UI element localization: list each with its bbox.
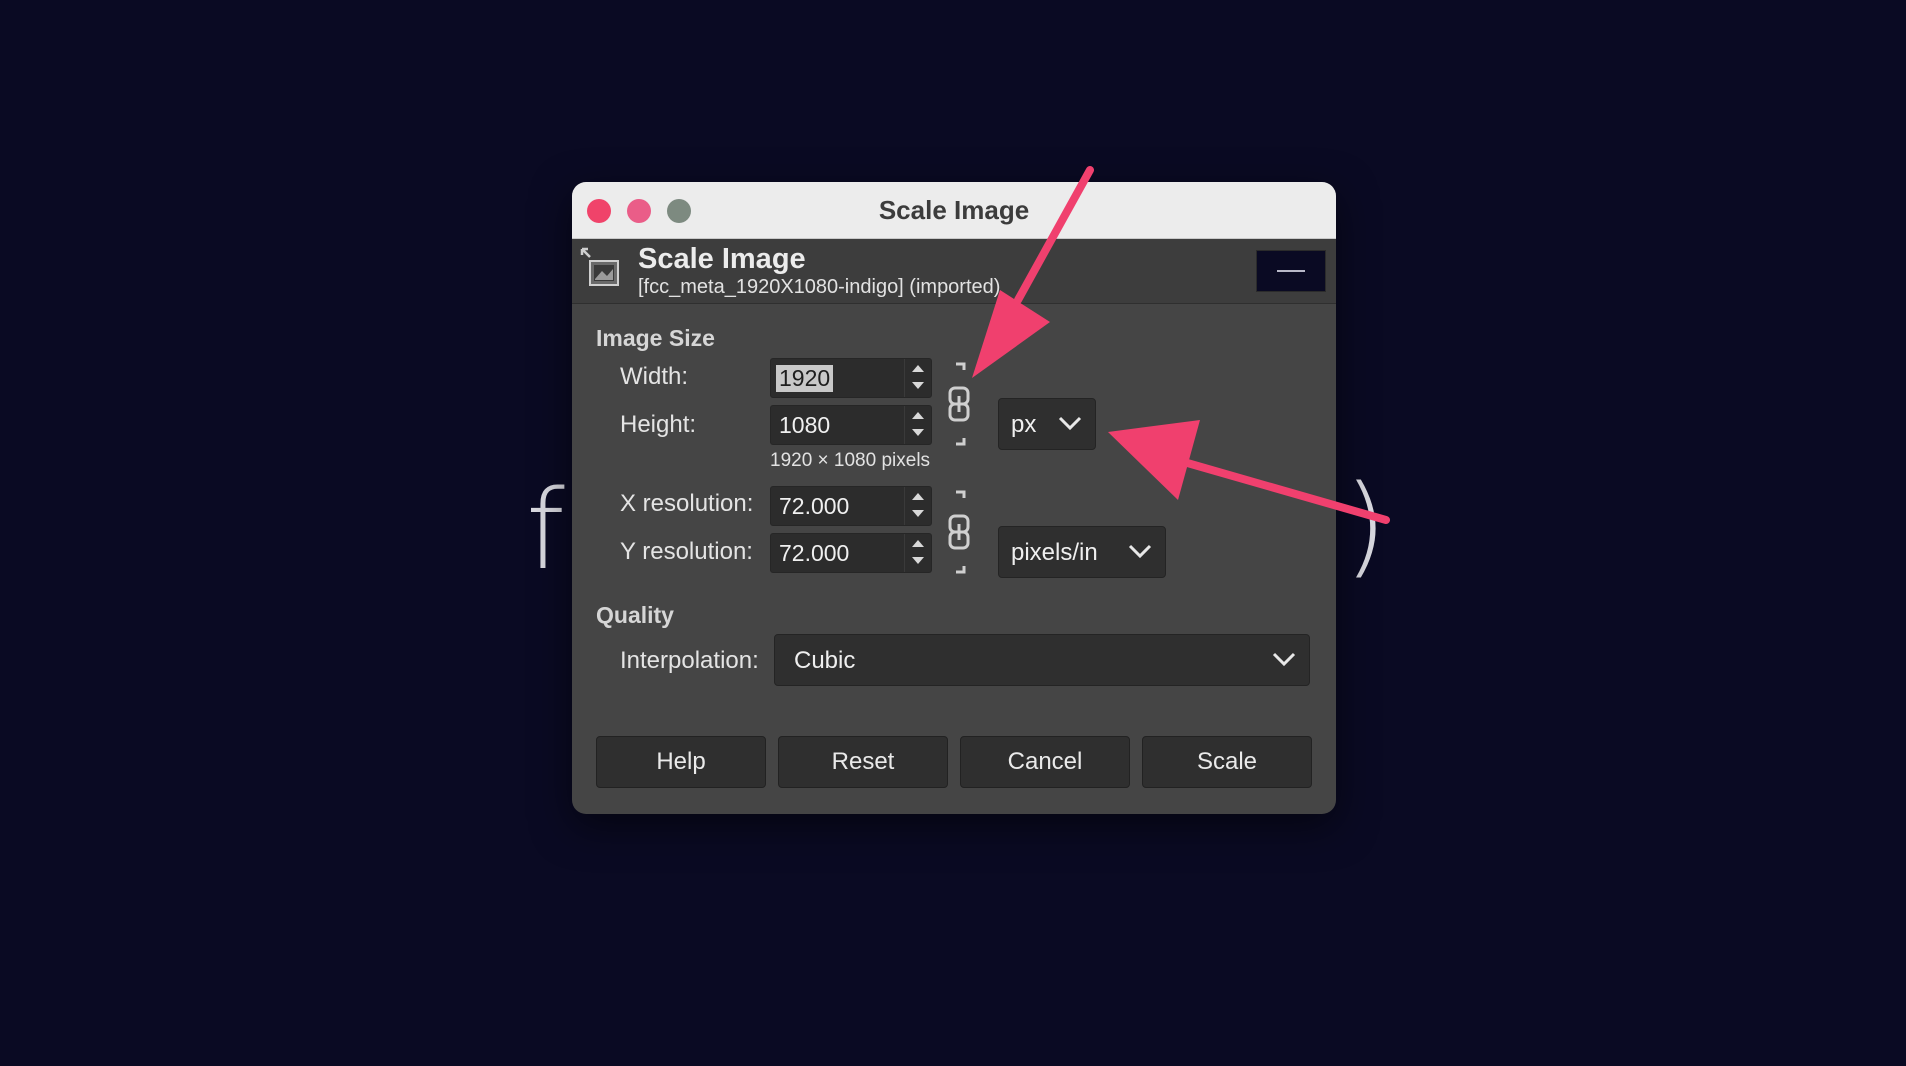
resolution-unit-value: pixels/in [1011, 539, 1098, 566]
dialog-header: Scale Image [fcc_meta_1920X1080-indigo] … [572, 239, 1336, 304]
increment-arrow-icon[interactable] [912, 365, 924, 372]
y-resolution-label: Y resolution: [620, 538, 753, 565]
increment-arrow-icon[interactable] [912, 493, 924, 500]
cancel-button[interactable]: Cancel [960, 736, 1130, 788]
interpolation-value: Cubic [794, 647, 856, 674]
width-stepper[interactable] [904, 359, 931, 397]
reset-button[interactable]: Reset [778, 736, 948, 788]
decrement-arrow-icon[interactable] [912, 382, 924, 389]
increment-arrow-icon[interactable] [912, 540, 924, 547]
interpolation-dropdown[interactable]: Cubic [774, 634, 1310, 686]
height-value[interactable]: 1080 [779, 412, 830, 439]
size-unit-dropdown[interactable]: px [998, 398, 1096, 450]
header-subtitle: [fcc_meta_1920X1080-indigo] (imported) [638, 276, 1001, 298]
background-letter-f: f [526, 466, 565, 594]
quality-section-label: Quality [596, 602, 674, 628]
chain-link-icon[interactable] [944, 362, 974, 446]
interpolation-label: Interpolation: [620, 647, 759, 674]
decrement-arrow-icon[interactable] [912, 429, 924, 436]
y-resolution-stepper[interactable] [904, 534, 931, 572]
increment-arrow-icon[interactable] [912, 412, 924, 419]
resolution-chain-link-icon[interactable] [944, 490, 974, 574]
x-resolution-stepper[interactable] [904, 487, 931, 525]
decrement-arrow-icon[interactable] [912, 510, 924, 517]
decrement-arrow-icon[interactable] [912, 557, 924, 564]
scale-button[interactable]: Scale [1142, 736, 1312, 788]
y-resolution-value[interactable]: 72.000 [779, 540, 849, 567]
width-value[interactable]: 1920 [776, 365, 834, 392]
x-resolution-value[interactable]: 72.000 [779, 493, 849, 520]
image-preview-thumbnail [1256, 250, 1326, 292]
chevron-down-icon [1128, 544, 1152, 559]
y-resolution-spinbox[interactable]: 72.000 [770, 533, 932, 573]
window-title: Scale Image [878, 195, 1030, 225]
image-size-section-label: Image Size [596, 325, 715, 351]
chevron-down-icon [1058, 416, 1082, 431]
size-unit-value: px [1011, 411, 1037, 438]
x-resolution-label: X resolution: [620, 490, 754, 517]
background-paren: ) [1344, 461, 1387, 589]
height-spinbox[interactable]: 1080 [770, 405, 932, 445]
pixel-size-hint: 1920 × 1080 pixels [770, 450, 931, 471]
scale-image-dialog: Scale Image Scale Image [fcc_meta_1920X1… [572, 182, 1336, 814]
resolution-unit-dropdown[interactable]: pixels/in [998, 526, 1166, 578]
height-stepper[interactable] [904, 406, 931, 444]
image-scale-icon [580, 247, 619, 286]
width-spinbox[interactable]: 1920 [770, 358, 932, 398]
title-bar: Scale Image [572, 182, 1336, 239]
height-label: Height: [620, 411, 697, 438]
help-button[interactable]: Help [596, 736, 766, 788]
header-title: Scale Image [638, 243, 806, 275]
chevron-down-icon [1272, 652, 1296, 667]
x-resolution-spinbox[interactable]: 72.000 [770, 486, 932, 526]
width-label: Width: [620, 363, 689, 390]
